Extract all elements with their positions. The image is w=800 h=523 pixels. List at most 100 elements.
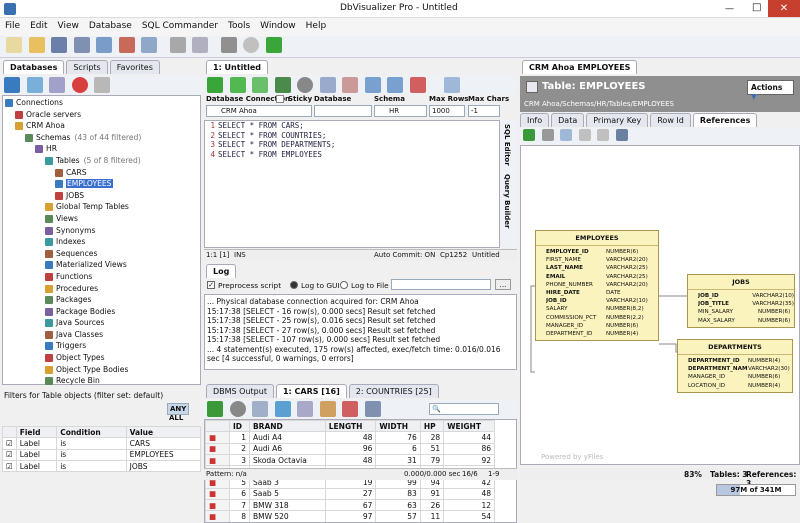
edit-icon[interactable] bbox=[252, 401, 269, 417]
tree-node[interactable]: Object Type Bodies bbox=[3, 364, 200, 376]
filter-all-toggle[interactable]: ALL bbox=[167, 413, 185, 423]
grid-cell[interactable]: 79 bbox=[419, 453, 445, 467]
tree-node[interactable]: Materialized Views bbox=[3, 259, 200, 271]
grid-cell[interactable]: 1 bbox=[229, 431, 250, 444]
tree-node[interactable]: HR bbox=[3, 143, 200, 155]
grid-cell[interactable]: 3 bbox=[229, 453, 250, 467]
results-tab[interactable]: 2: COUNTRIES [25] bbox=[348, 384, 439, 398]
properties-icon[interactable] bbox=[192, 37, 209, 53]
tree-node[interactable]: Recycle Bin bbox=[3, 375, 200, 387]
clipboard-icon[interactable] bbox=[169, 37, 186, 53]
grid-cell[interactable]: 6 bbox=[375, 442, 421, 455]
stopwatch-icon[interactable] bbox=[243, 37, 260, 53]
grid-column-header[interactable]: BRAND bbox=[248, 420, 326, 433]
filter-row[interactable]: ☑ Label is EMPLOYEES bbox=[2, 448, 202, 461]
actions-button[interactable]: Actions ▼ bbox=[747, 80, 794, 101]
subtab-info[interactable]: Info bbox=[520, 113, 550, 127]
monitor-icon[interactable] bbox=[220, 37, 237, 53]
grid-cell[interactable]: 86 bbox=[443, 442, 495, 455]
refresh-icon[interactable] bbox=[207, 401, 223, 417]
entity-departments[interactable]: DEPARTMENTS DEPARTMENT_ID NUMBER(4) DEPARTM… bbox=[677, 339, 793, 393]
connection-select[interactable]: CRM Ahoa bbox=[206, 105, 312, 117]
connect-icon[interactable] bbox=[4, 77, 20, 93]
tree-node[interactable]: Synonyms bbox=[3, 225, 200, 237]
grid-cell[interactable]: 76 bbox=[375, 431, 421, 444]
tree-node[interactable]: Schemas (43 of 44 filtered) bbox=[3, 132, 200, 144]
new-file-icon[interactable] bbox=[6, 37, 22, 53]
memory-indicator[interactable]: 97M of 341M bbox=[716, 484, 796, 496]
stop-icon[interactable] bbox=[229, 401, 246, 417]
grid-cell[interactable]: 28 bbox=[419, 431, 445, 444]
auto-commit[interactable]: Auto Commit: ON bbox=[374, 251, 435, 259]
search-icon[interactable] bbox=[94, 77, 111, 93]
preprocess-checkbox[interactable]: ✓ bbox=[207, 281, 215, 289]
menu-database[interactable]: Database bbox=[84, 18, 137, 34]
filter-checkbox[interactable]: ☑ bbox=[2, 459, 17, 473]
menu-edit[interactable]: Edit bbox=[25, 18, 52, 34]
tree-node[interactable]: Views bbox=[3, 213, 200, 225]
filter-checkbox[interactable]: ☑ bbox=[2, 437, 17, 450]
grid-cell[interactable]: 63 bbox=[375, 499, 421, 512]
minimize-button[interactable]: — bbox=[725, 4, 734, 14]
tree-node[interactable]: Package Bodies bbox=[3, 306, 200, 318]
save-all-icon[interactable] bbox=[73, 37, 90, 53]
menu-view[interactable]: View bbox=[53, 18, 84, 34]
grid-cell[interactable]: BMW 318 bbox=[248, 499, 326, 512]
grid-cell[interactable]: 27 bbox=[324, 487, 377, 501]
subtab-primary-key[interactable]: Primary Key bbox=[586, 113, 649, 127]
grid-cell[interactable]: 97 bbox=[324, 510, 377, 522]
log-to-file-radio[interactable] bbox=[340, 281, 348, 289]
stop-icon[interactable] bbox=[71, 77, 88, 93]
side-tab-query-builder[interactable]: Query Builder bbox=[501, 170, 513, 232]
grid-cell[interactable]: 67 bbox=[324, 499, 377, 512]
grid-cell[interactable]: 48 bbox=[324, 431, 377, 444]
stop-icon[interactable] bbox=[297, 77, 314, 93]
grid-column-header[interactable]: HP bbox=[419, 420, 445, 433]
tab-databases[interactable]: Databases bbox=[3, 60, 65, 74]
execute-buffer-icon[interactable] bbox=[252, 77, 269, 93]
menu-file[interactable]: File bbox=[0, 18, 25, 34]
grid-cell[interactable]: 48 bbox=[443, 487, 495, 501]
close-button[interactable]: ✕ bbox=[768, 0, 800, 17]
grid-cell[interactable]: Saab 5 bbox=[248, 487, 326, 501]
menu-sql-commander[interactable]: SQL Commander bbox=[137, 18, 223, 34]
subtab-data[interactable]: Data bbox=[551, 113, 585, 127]
entity-employees[interactable]: EMPLOYEES EMPLOYEE_ID NUMBER(6) FIRST_NAME V… bbox=[535, 230, 659, 342]
tree-node[interactable]: Tables (5 of 8 filtered) bbox=[3, 155, 200, 167]
refresh-icon[interactable] bbox=[141, 37, 158, 53]
disconnect-icon[interactable] bbox=[118, 37, 135, 53]
grid-cell[interactable]: 91 bbox=[419, 487, 445, 501]
log-to-gui-radio[interactable] bbox=[290, 281, 298, 289]
filter-icon[interactable] bbox=[49, 77, 66, 93]
table-row[interactable]: ■ 8 BMW 520 97 57 11 54 bbox=[205, 510, 495, 522]
execute-icon[interactable] bbox=[207, 77, 223, 93]
subtab-row-id[interactable]: Row Id bbox=[650, 113, 691, 127]
insert-row-icon[interactable] bbox=[319, 401, 336, 417]
tree-node[interactable]: Indexes bbox=[3, 236, 200, 248]
tab-scripts[interactable]: Scripts bbox=[66, 60, 108, 74]
grid-column-header[interactable]: LENGTH bbox=[324, 420, 377, 433]
bookmark-icon[interactable] bbox=[409, 77, 426, 93]
grid-cell[interactable]: Skoda Octavia bbox=[248, 453, 326, 467]
entity-jobs[interactable]: JOBS JOB_ID VARCHAR2(10) JOB_TITLE VARCHAR2(… bbox=[687, 274, 795, 328]
grid-cell[interactable]: 6 bbox=[229, 487, 250, 501]
layout-icon[interactable] bbox=[560, 129, 573, 141]
tree-node[interactable]: CARS bbox=[3, 167, 200, 179]
references-graph[interactable]: EMPLOYEES EMPLOYEE_ID NUMBER(6) FIRST_NAME V… bbox=[520, 145, 800, 465]
max-rows-input[interactable]: 1000 bbox=[429, 105, 465, 117]
tree-node[interactable]: Procedures bbox=[3, 283, 200, 295]
grid-cell[interactable]: 7 bbox=[229, 499, 250, 512]
side-tab-sql-editor[interactable]: SQL Editor bbox=[501, 120, 513, 170]
max-chars-input[interactable]: -1 bbox=[468, 105, 500, 117]
delete-row-icon[interactable] bbox=[342, 401, 359, 417]
explain-icon[interactable] bbox=[274, 77, 291, 93]
database-select[interactable] bbox=[314, 105, 372, 117]
tree-node[interactable]: Triggers bbox=[3, 340, 200, 352]
grid-cell[interactable]: 2 bbox=[229, 442, 250, 455]
zoom-in-icon[interactable] bbox=[578, 129, 591, 141]
refresh-icon[interactable] bbox=[26, 77, 43, 93]
menu-help[interactable]: Help bbox=[301, 18, 332, 34]
grid-column-header[interactable]: WIDTH bbox=[375, 420, 421, 433]
tree-node[interactable]: Sequences bbox=[3, 248, 200, 260]
grid-cell[interactable]: 44 bbox=[443, 431, 495, 444]
